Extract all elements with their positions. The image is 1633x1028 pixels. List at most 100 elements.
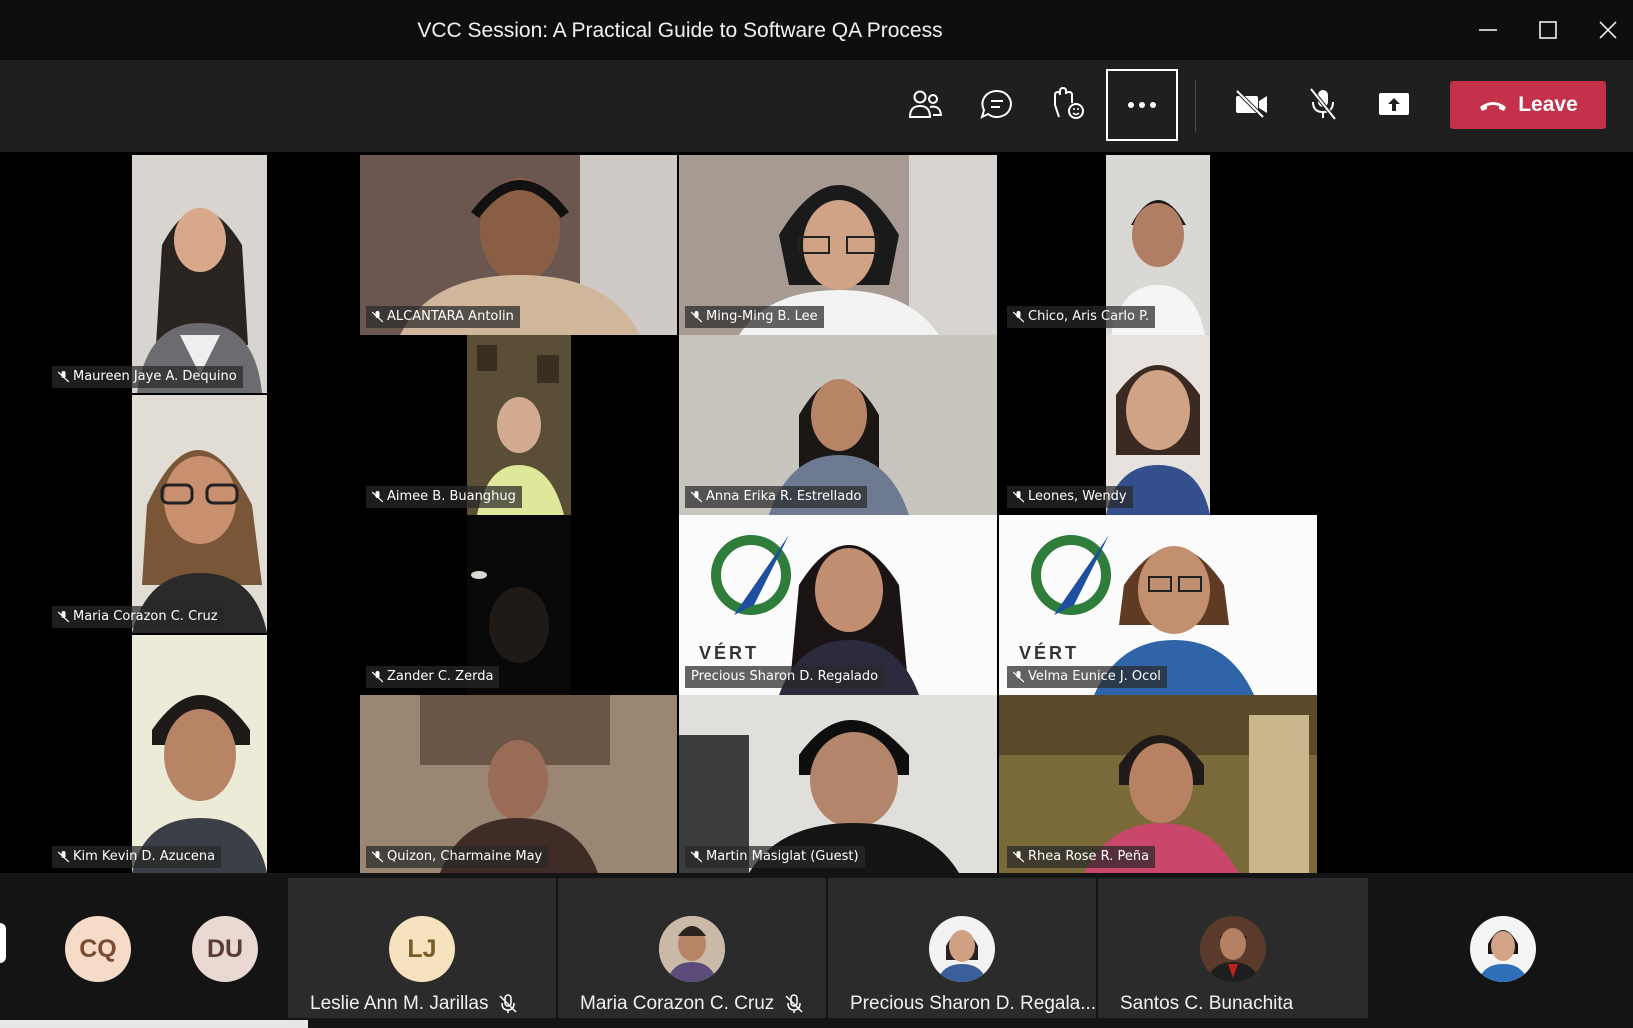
mic-off-icon (58, 611, 69, 623)
chat-button[interactable] (967, 74, 1027, 134)
mic-off-icon (58, 371, 69, 383)
participant-name: Precious Sharon D. Regalado (691, 669, 879, 684)
participant-name: Ming-Ming B. Lee (706, 309, 818, 324)
leave-label: Leave (1518, 93, 1578, 116)
share-screen-button[interactable] (1364, 74, 1424, 134)
camera-toggle-button[interactable] (1221, 74, 1281, 134)
mic-off-icon (785, 994, 803, 1013)
mic-off-icon (691, 311, 702, 323)
participant-name: Martin Masiglat (Guest) (706, 849, 859, 864)
participant-nametag: Aimee B. Buanghug (366, 486, 522, 508)
avatar[interactable]: DU (192, 916, 258, 982)
microphone-toggle-button[interactable] (1293, 74, 1353, 134)
participant-label: Precious Sharon D. Regala... (850, 993, 1096, 1015)
participant-name: Quizon, Charmaine May (387, 849, 543, 864)
minimize-button[interactable] (1468, 10, 1508, 50)
participant-cell[interactable]: Precious Sharon D. Regala... (828, 878, 1096, 1018)
profile-photo (929, 916, 995, 982)
mic-off-icon (58, 851, 69, 863)
profile-photo (1200, 916, 1266, 982)
people-icon (908, 90, 942, 118)
video-feed (132, 395, 267, 633)
avatar[interactable]: CQ (65, 916, 131, 982)
mic-off-icon (691, 491, 702, 503)
participant-name: ALCANTARA Antolin (387, 309, 514, 324)
mic-off-icon (691, 851, 702, 863)
more-actions-button[interactable] (1106, 69, 1178, 141)
video-tile[interactable] (132, 635, 267, 873)
mic-off-icon (1013, 311, 1024, 323)
close-window-button[interactable] (1588, 10, 1628, 50)
maximize-icon (1539, 21, 1557, 39)
participant-strip: CQ DU LJ Leslie Ann M. Jarillas Maria Co… (0, 873, 1633, 1028)
share-icon (1379, 93, 1409, 115)
mic-off-icon (372, 311, 383, 323)
phone-icon (1480, 102, 1507, 111)
video-tile[interactable] (132, 395, 267, 633)
participant-nametag: Zander C. Zerda (366, 666, 500, 688)
participants-button[interactable] (895, 74, 955, 134)
avatar (659, 916, 725, 982)
reactions-icon (1054, 87, 1084, 119)
participant-name: Santos C. Bunachita (1120, 993, 1294, 1014)
reactions-button[interactable] (1038, 74, 1098, 134)
video-feed (132, 635, 267, 873)
participant-nametag: Leones, Wendy (1007, 486, 1133, 508)
participant-name: Zander C. Zerda (387, 669, 494, 684)
participant-name: Chico, Aris Carlo P. (1028, 309, 1150, 324)
avatar (929, 916, 995, 982)
participant-nametag: Chico, Aris Carlo P. (1007, 306, 1156, 328)
participant-nametag: Kim Kevin D. Azucena (52, 846, 222, 868)
participant-name: Maureen Jaye A. Dequino (73, 369, 237, 384)
mic-off-icon (372, 491, 383, 503)
maximize-button[interactable] (1528, 10, 1568, 50)
video-gallery: Maureen Jaye A. Dequino Maria Corazon C.… (0, 155, 1633, 873)
title-bar: VCC Session: A Practical Guide to Softwa… (0, 0, 1633, 60)
participant-name: Rhea Rose R. Peña (1028, 849, 1150, 864)
mic-off-icon (1013, 491, 1024, 503)
avatar-initials: DU (206, 934, 244, 963)
participant-name: Anna Erika R. Estrellado (706, 489, 862, 504)
mic-off-icon (372, 671, 383, 683)
participant-nametag: Martin Masiglat (Guest) (685, 846, 865, 868)
participant-nametag: Rhea Rose R. Peña (1007, 846, 1156, 868)
participant-nametag: Precious Sharon D. Regalado (685, 666, 885, 688)
participant-name: Maria Corazon C. Cruz (73, 609, 218, 624)
participant-nametag: ALCANTARA Antolin (366, 306, 520, 328)
participant-name: Leslie Ann M. Jarillas (310, 993, 489, 1014)
video-feed (132, 155, 267, 393)
participant-name: Velma Eunice J. Ocol (1028, 669, 1161, 684)
mic-off-icon (1013, 671, 1024, 683)
participant-nametag: Velma Eunice J. Ocol (1007, 666, 1167, 688)
more-icon (1128, 102, 1156, 108)
meeting-title: VCC Session: A Practical Guide to Softwa… (417, 19, 943, 42)
participant-nametag: Quizon, Charmaine May (366, 846, 549, 868)
close-icon (1599, 21, 1617, 39)
participant-name: Leones, Wendy (1028, 489, 1127, 504)
avatar[interactable] (1470, 916, 1536, 982)
participant-nametag: Ming-Ming B. Lee (685, 306, 824, 328)
participant-name: Precious Sharon D. Regala... (850, 993, 1097, 1014)
profile-photo (1470, 916, 1536, 982)
participant-name: Maria Corazon C. Cruz (580, 993, 775, 1014)
video-tile[interactable] (132, 155, 267, 393)
avatar-initials: CQ (79, 934, 117, 963)
participant-name: Aimee B. Buanghug (387, 489, 516, 504)
mic-off-icon (372, 851, 383, 863)
background-logo-text: VÉRT (699, 643, 760, 663)
avatar: LJ (389, 916, 455, 982)
horizontal-scrollbar[interactable] (0, 1020, 308, 1028)
participant-label: Maria Corazon C. Cruz (580, 993, 804, 1015)
participant-nametag: Maria Corazon C. Cruz (52, 606, 224, 628)
participant-cell[interactable]: Maria Corazon C. Cruz (558, 878, 826, 1018)
participant-cell[interactable]: LJ Leslie Ann M. Jarillas (288, 878, 556, 1018)
toolbar-divider (1195, 80, 1196, 132)
mic-off-icon (1013, 851, 1024, 863)
participant-cell[interactable]: Santos C. Bunachita (1098, 878, 1368, 1018)
minimize-icon (1479, 29, 1497, 31)
leave-button[interactable]: Leave (1450, 81, 1606, 129)
chat-icon (980, 89, 1012, 119)
avatar-initials: LJ (407, 934, 437, 963)
profile-photo (659, 916, 725, 982)
avatar (1200, 916, 1266, 982)
